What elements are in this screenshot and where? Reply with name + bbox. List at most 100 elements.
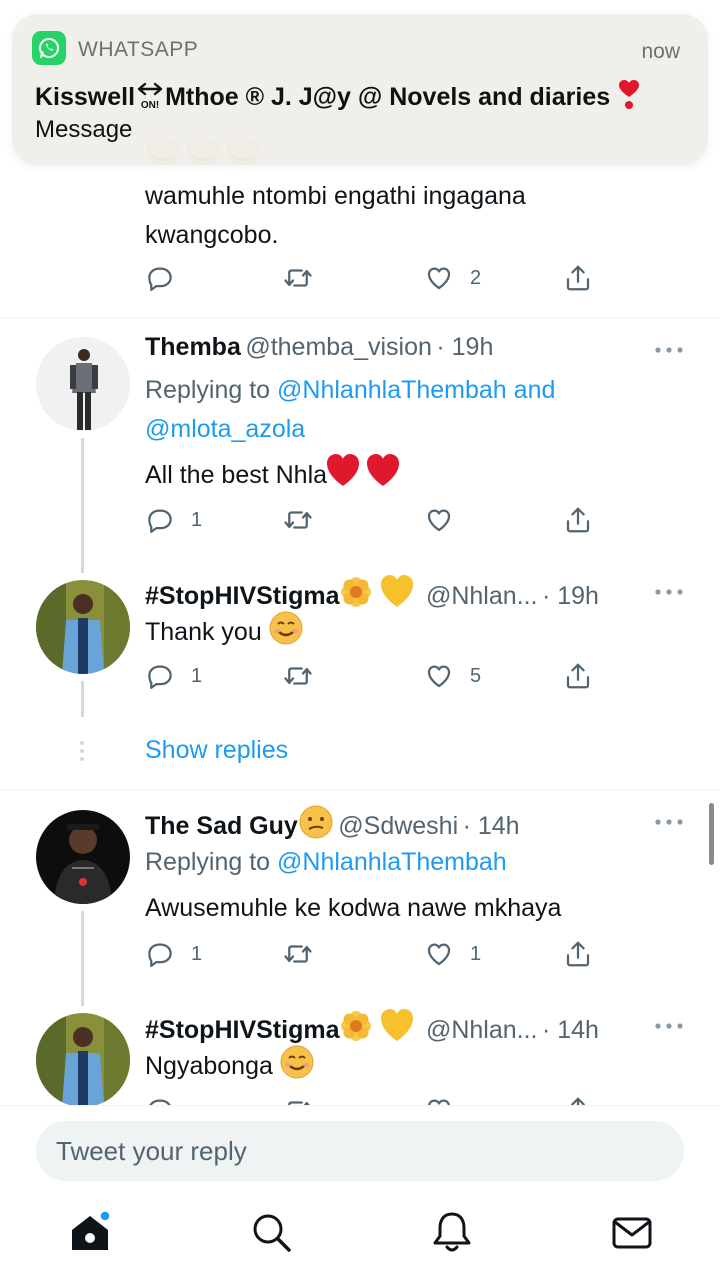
- share-button[interactable]: [563, 937, 593, 971]
- share-button[interactable]: [563, 261, 593, 295]
- tweet-time: · 19h: [436, 333, 494, 361]
- retweet-icon: [284, 945, 312, 963]
- mention-link[interactable]: @NhlanhlaThembah: [277, 376, 507, 404]
- share-icon: [566, 265, 590, 291]
- tweet-header: #StopHIVStigma @Nhlan... · 14h: [145, 1009, 599, 1048]
- reply-count: 1: [191, 664, 203, 687]
- notification-title: Kisswell ON! Mthoe ® J. J@y @ Novels and…: [35, 80, 641, 117]
- reply-count: 1: [191, 942, 203, 965]
- whatsapp-notification[interactable]: WHATSAPP now Kisswell ON! Mthoe ® J. J@y…: [12, 14, 708, 165]
- mail-icon: [612, 1217, 652, 1249]
- mention-link[interactable]: @NhlanhlaThembah: [277, 848, 507, 876]
- reply-input[interactable]: [36, 1121, 684, 1181]
- share-button[interactable]: [563, 1093, 593, 1105]
- notification-app-name: WHATSAPP: [78, 38, 199, 61]
- divider: [0, 789, 720, 790]
- whatsapp-icon: [32, 31, 66, 65]
- share-button[interactable]: [563, 503, 593, 537]
- avatar[interactable]: [36, 810, 130, 904]
- reply-box[interactable]: [36, 1121, 684, 1181]
- heart-icon: [427, 267, 451, 290]
- tweet-text: Ngyabonga: [145, 1045, 314, 1091]
- reply-icon: [148, 665, 172, 689]
- avatar[interactable]: [36, 337, 130, 431]
- tab-home[interactable]: [68, 1210, 112, 1254]
- like-button[interactable]: [424, 1093, 454, 1105]
- heart-icon: [427, 943, 451, 966]
- heart-exclamation-emoji: [617, 80, 641, 117]
- more-options-icon[interactable]: [654, 1022, 684, 1030]
- reply-button[interactable]: [145, 1093, 175, 1105]
- reply-button[interactable]: 1: [145, 503, 202, 537]
- like-button[interactable]: [424, 503, 454, 537]
- like-count: 2: [470, 266, 482, 289]
- heart-icon: [427, 665, 451, 688]
- like-count: 1: [470, 942, 482, 965]
- more-options-icon[interactable]: [654, 588, 684, 596]
- replying-to: Replying to @NhlanhlaThembah and @mlota_…: [145, 376, 556, 443]
- tweet-header: The Sad Guy @Sdweshi · 14h: [145, 805, 520, 844]
- reply-icon: [148, 943, 172, 967]
- avatar[interactable]: [36, 580, 130, 674]
- tweet-header: #StopHIVStigma @Nhlan... · 19h: [145, 575, 599, 614]
- share-icon: [566, 941, 590, 967]
- tab-notifications[interactable]: [430, 1210, 474, 1254]
- more-options-icon[interactable]: [654, 346, 684, 354]
- display-name[interactable]: Themba: [145, 333, 241, 361]
- bottom-tab-bar: [0, 1210, 720, 1280]
- reply-icon: [148, 267, 172, 291]
- user-handle[interactable]: @Nhlan...: [426, 1016, 538, 1044]
- tab-search[interactable]: [249, 1210, 293, 1254]
- like-button[interactable]: 2: [424, 261, 481, 295]
- replying-to: Replying to @NhlanhlaThembah: [145, 848, 507, 876]
- svg-text:ON!: ON!: [141, 100, 159, 109]
- thread-dots-icon: [80, 741, 84, 761]
- tweet-text: Thank you: [145, 611, 303, 657]
- flower-heart-emoji: [339, 1009, 421, 1048]
- share-icon: [566, 663, 590, 689]
- show-replies-link[interactable]: Show replies: [145, 736, 288, 765]
- thread-line: [81, 681, 84, 717]
- tweet-text: All the best Nhla: [145, 454, 403, 500]
- display-name[interactable]: The Sad Guy: [145, 812, 298, 840]
- flower-heart-emoji: [339, 575, 421, 614]
- reply-count: 1: [191, 508, 203, 531]
- tweet-header: Themba @themba_vision · 19h: [145, 333, 493, 362]
- search-icon: [253, 1214, 291, 1252]
- share-icon: [566, 507, 590, 533]
- scrollbar[interactable]: [709, 803, 714, 865]
- thread-line: [81, 438, 84, 573]
- on-arrow-emoji: ON!: [135, 81, 165, 111]
- conversation-feed[interactable]: wamuhle ntombi engathi ingagana kwangcob…: [0, 0, 720, 1105]
- display-name[interactable]: #StopHIVStigma: [145, 1016, 339, 1044]
- display-name[interactable]: #StopHIVStigma: [145, 582, 339, 610]
- reply-icon: [149, 1099, 171, 1105]
- user-handle[interactable]: @Nhlan...: [426, 582, 538, 610]
- reply-button[interactable]: [145, 261, 175, 295]
- like-button[interactable]: 5: [424, 659, 481, 693]
- heart-icon: [427, 509, 451, 532]
- tweet-time: · 14h: [462, 812, 520, 840]
- retweet-button[interactable]: [283, 659, 313, 693]
- mention-link[interactable]: @mlota_azola: [145, 415, 305, 443]
- retweet-button[interactable]: [283, 261, 313, 295]
- retweet-button[interactable]: [283, 1093, 313, 1105]
- share-button[interactable]: [563, 659, 593, 693]
- divider: [0, 317, 720, 318]
- reply-button[interactable]: 1: [145, 937, 202, 971]
- retweet-button[interactable]: [283, 937, 313, 971]
- tweet-actions: 1 1: [145, 937, 605, 971]
- retweet-button[interactable]: [283, 503, 313, 537]
- tab-messages[interactable]: [610, 1210, 654, 1254]
- user-handle[interactable]: @Sdweshi: [338, 812, 458, 840]
- share-icon: [571, 1097, 585, 1105]
- tweet-time: · 14h: [541, 1016, 599, 1044]
- like-button[interactable]: 1: [424, 937, 481, 971]
- user-handle[interactable]: @themba_vision: [245, 333, 432, 361]
- reply-icon: [148, 509, 172, 533]
- avatar[interactable]: [36, 1013, 130, 1105]
- tweet-time: · 19h: [541, 582, 599, 610]
- heart-icon: [427, 1099, 451, 1105]
- reply-button[interactable]: 1: [145, 659, 202, 693]
- more-options-icon[interactable]: [654, 818, 684, 826]
